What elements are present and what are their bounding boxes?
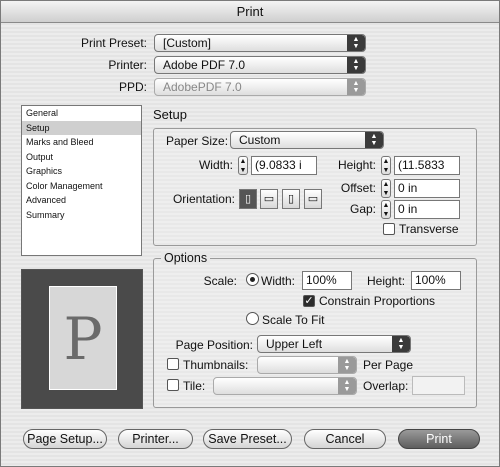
page-position-popup[interactable]: Upper Left ▲ ▼: [257, 335, 411, 353]
overlap-label: Overlap:: [363, 379, 409, 393]
print-preset-value: [Custom]: [163, 36, 212, 50]
ppd-value: AdobePDF 7.0: [163, 80, 242, 94]
popup-arrows-icon: ▲ ▼: [347, 79, 365, 95]
ppd-popup: AdobePDF 7.0 ▲ ▼: [154, 78, 366, 96]
constrain-proportions-checkbox[interactable]: ✓: [303, 295, 315, 307]
paper-height-field[interactable]: (11.5833: [394, 156, 460, 175]
paper-size-popup[interactable]: Custom ▲ ▼: [230, 131, 384, 149]
popup-arrows-icon: ▲ ▼: [347, 35, 365, 51]
tile-label: Tile:: [183, 379, 206, 393]
printer-value: Adobe PDF 7.0: [163, 58, 246, 72]
tile-popup: ▲ ▼: [213, 377, 357, 395]
sidebar-item-color-management[interactable]: Color Management: [22, 179, 141, 194]
scale-height-field[interactable]: 100%: [411, 271, 461, 290]
scale-height-label: Height:: [367, 274, 406, 288]
paper-size-value: Custom: [239, 133, 281, 147]
sidebar-item-marks-and-bleed[interactable]: Marks and Bleed: [22, 135, 141, 150]
paper-width-field[interactable]: (9.0833 i: [251, 156, 317, 175]
transverse-label: Transverse: [399, 222, 459, 236]
popup-arrows-icon: ▲ ▼: [347, 57, 365, 73]
popup-arrows-icon: ▲ ▼: [338, 378, 356, 394]
window-title: Print: [1, 1, 499, 23]
offset-label: Offset:: [340, 181, 376, 195]
portrait-icon[interactable]: ▯: [239, 189, 257, 209]
print-dialog: Print Print Preset: [Custom] ▲ ▼ Printer:…: [0, 0, 500, 467]
landscape-icon[interactable]: ▭: [260, 189, 278, 209]
paper-width-label: Width:: [198, 158, 233, 172]
thumbnails-popup: ▲ ▼: [257, 356, 357, 374]
page-preview: P: [21, 269, 143, 409]
printer-button[interactable]: Printer...: [118, 429, 193, 449]
save-preset-button[interactable]: Save Preset...: [203, 429, 292, 449]
per-page-label: Per Page: [363, 358, 414, 372]
scale-width-field[interactable]: 100%: [302, 271, 352, 290]
orientation-label: Orientation:: [172, 192, 235, 206]
page-setup-button[interactable]: Page Setup...: [23, 429, 107, 449]
printer-popup[interactable]: Adobe PDF 7.0 ▲ ▼: [154, 56, 366, 74]
sidebar-item-advanced[interactable]: Advanced: [22, 193, 141, 208]
scale-label: Scale:: [203, 274, 237, 288]
overlap-field: [412, 376, 465, 395]
thumbnails-checkbox[interactable]: [167, 358, 179, 370]
offset-stepper[interactable]: ▲ ▼: [381, 179, 391, 198]
options-title: Options: [161, 251, 211, 265]
height-stepper[interactable]: ▲ ▼: [381, 156, 391, 175]
print-preset-popup[interactable]: [Custom] ▲ ▼: [154, 34, 366, 52]
transverse-checkbox[interactable]: [383, 223, 395, 235]
scale-width-label: Width:: [261, 274, 296, 288]
preview-page: P: [49, 286, 117, 390]
gap-field[interactable]: 0 in: [394, 200, 460, 219]
scale-width-radio[interactable]: [246, 273, 259, 286]
printer-label: Printer:: [108, 58, 147, 72]
print-button[interactable]: Print: [398, 429, 480, 449]
cancel-button[interactable]: Cancel: [304, 429, 386, 449]
width-stepper[interactable]: ▲ ▼: [238, 156, 248, 175]
sidebar-item-setup[interactable]: Setup: [22, 120, 141, 135]
paper-size-label: Paper Size:: [166, 134, 229, 148]
tile-checkbox[interactable]: [167, 379, 179, 391]
popup-arrows-icon: ▲ ▼: [365, 132, 383, 148]
constrain-proportions-label: Constrain Proportions: [319, 294, 436, 308]
thumbnails-label: Thumbnails:: [183, 358, 249, 372]
reverse-landscape-icon[interactable]: ▭: [304, 189, 322, 209]
popup-arrows-icon: ▲ ▼: [338, 357, 356, 373]
popup-arrows-icon: ▲ ▼: [392, 336, 410, 352]
ppd-label: PPD:: [118, 80, 147, 94]
paper-height-label: Height:: [337, 158, 376, 172]
scale-to-fit-label: Scale To Fit: [262, 313, 325, 327]
offset-field[interactable]: 0 in: [394, 179, 460, 198]
page-position-label: Page Position:: [175, 338, 253, 352]
print-preset-label: Print Preset:: [80, 36, 147, 50]
sidebar-item-summary[interactable]: Summary: [22, 208, 141, 223]
sidebar-item-general[interactable]: General: [22, 106, 141, 121]
sidebar-item-graphics[interactable]: Graphics: [22, 164, 141, 179]
page-position-value: Upper Left: [266, 337, 323, 351]
category-list: General Setup Marks and Bleed Output Gra…: [21, 105, 142, 256]
gap-label: Gap:: [349, 202, 376, 216]
scale-to-fit-radio[interactable]: [246, 312, 259, 325]
gap-stepper[interactable]: ▲ ▼: [381, 200, 391, 219]
sidebar-item-output[interactable]: Output: [22, 150, 141, 165]
reverse-portrait-icon[interactable]: ▯: [282, 189, 300, 209]
setup-title: Setup: [153, 107, 187, 122]
